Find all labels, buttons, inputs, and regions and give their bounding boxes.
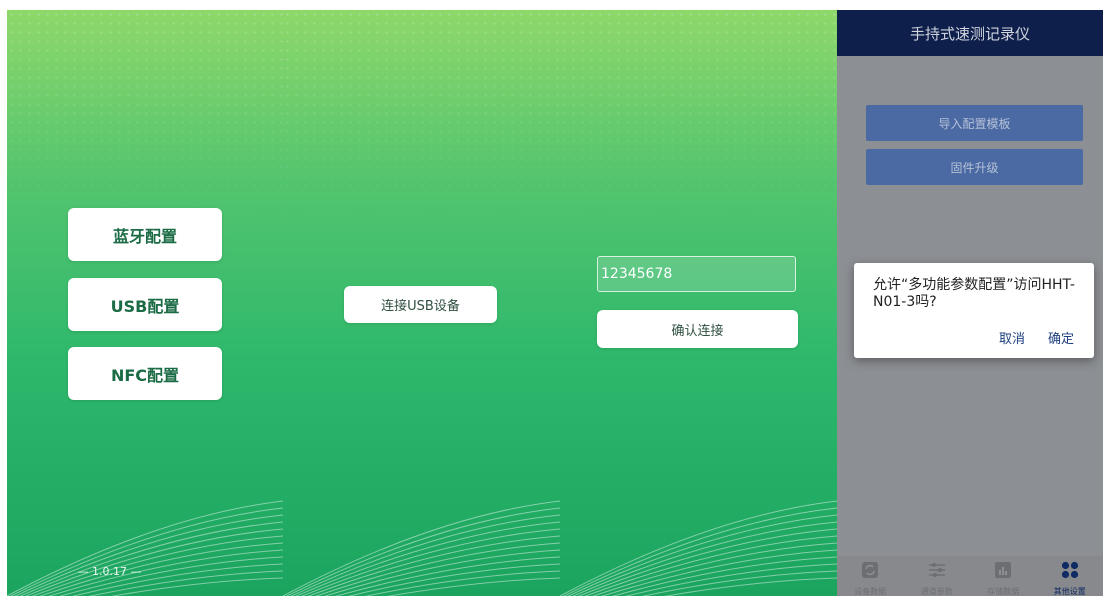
wave-lines-decoration — [283, 500, 560, 596]
confirm-connect-button[interactable]: 确认连接 — [597, 310, 798, 348]
config-mode-screen: 蓝牙配置 USB配置 NFC配置 — 1.0.17 — — [7, 10, 283, 596]
import-template-button[interactable]: 导入配置模板 — [866, 105, 1083, 141]
tab-stored-data[interactable]: 存储数据 — [970, 556, 1037, 596]
dot-pattern — [560, 10, 837, 240]
cancel-button[interactable]: 取消 — [999, 328, 1025, 347]
device-settings-screen: 手持式速测记录仪 导入配置模板 固件升级 允许“多功能参数配置”访问HHT-N0… — [837, 10, 1103, 596]
wave-lines-decoration — [560, 500, 837, 596]
tab-label: 通道参数 — [920, 587, 953, 596]
sliders-icon — [928, 563, 945, 577]
chart-icon — [995, 562, 1012, 578]
grid-dots-icon — [1061, 561, 1078, 579]
bluetooth-config-button[interactable]: 蓝牙配置 — [68, 208, 222, 261]
usb-connect-screen: 连接USB设备 — [283, 10, 560, 596]
password-input[interactable]: 12345678 — [597, 256, 796, 292]
bluetooth-password-screen: 12345678 确认连接 — [560, 10, 837, 596]
bottom-tab-bar: 设备数据 通道参数 存储数据 其他设置 — [837, 556, 1103, 596]
dot-pattern — [283, 10, 560, 240]
ok-button[interactable]: 确定 — [1048, 328, 1074, 347]
dialog-message: 允许“多功能参数配置”访问HHT-N01-3吗? — [873, 277, 1075, 310]
refresh-icon — [862, 562, 879, 578]
tab-other-settings[interactable]: 其他设置 — [1037, 556, 1103, 596]
tab-label: 存储数据 — [987, 587, 1020, 596]
tab-channel-params[interactable]: 通道参数 — [904, 556, 971, 596]
usb-config-button[interactable]: USB配置 — [68, 278, 222, 331]
nfc-config-button[interactable]: NFC配置 — [68, 347, 222, 400]
connect-usb-device-button[interactable]: 连接USB设备 — [344, 286, 497, 323]
dot-pattern — [7, 10, 283, 240]
tab-label: 其他设置 — [1053, 587, 1086, 596]
version-label: — 1.0.17 — — [77, 565, 142, 578]
tab-label: 设备数据 — [854, 587, 887, 596]
app-title: 手持式速测记录仪 — [909, 24, 1030, 43]
usb-permission-dialog: 允许“多功能参数配置”访问HHT-N01-3吗? 取消 确定 — [854, 263, 1094, 358]
app-title-bar: 手持式速测记录仪 — [837, 10, 1103, 56]
firmware-upgrade-button[interactable]: 固件升级 — [866, 149, 1083, 185]
tab-device-data[interactable]: 设备数据 — [837, 556, 904, 596]
